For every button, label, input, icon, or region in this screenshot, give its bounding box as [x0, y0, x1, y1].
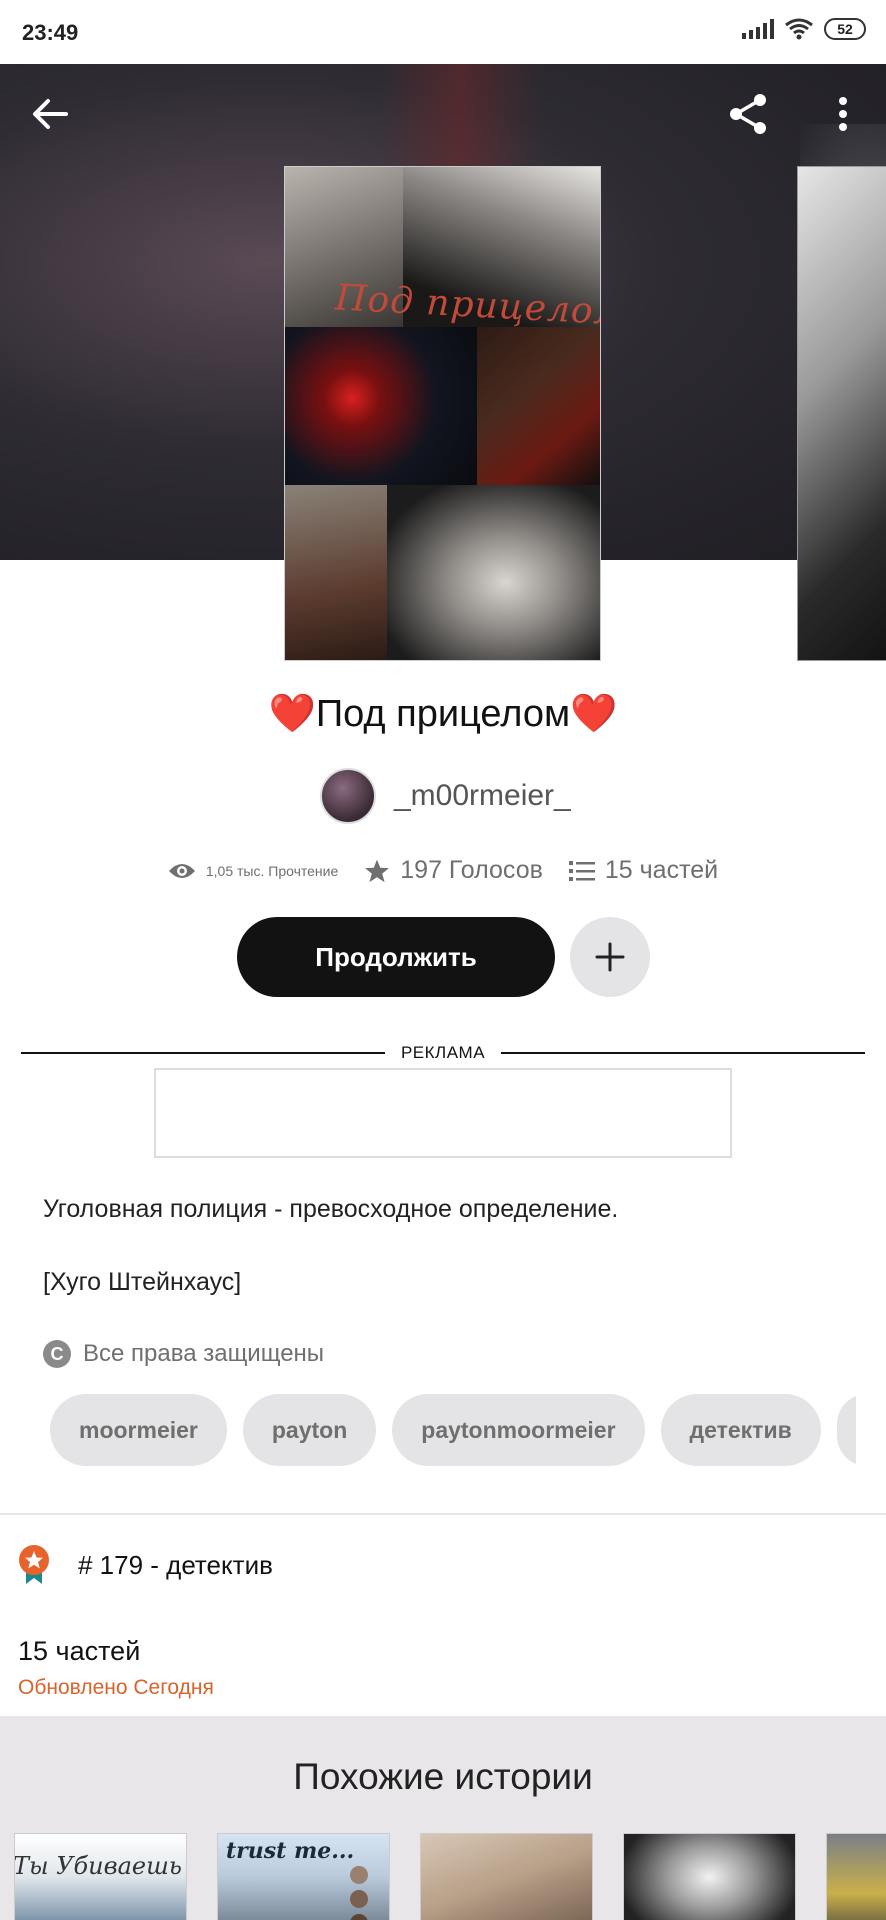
similar-stories-heading: Похожие истории: [293, 1756, 593, 1797]
eye-icon: [168, 863, 195, 878]
updated-label: Обновлено Сегодня: [18, 1676, 214, 1699]
status-time: 23:49: [22, 20, 79, 45]
similar-story-cover[interactable]: [420, 1833, 593, 1920]
battery-icon: 52: [824, 18, 866, 40]
table-of-contents-title[interactable]: 15 частей: [18, 1636, 140, 1667]
tag-chip[interactable]: paytonmoormeier: [392, 1394, 645, 1466]
description-line-2: [Хуго Штейнхаус]: [43, 1268, 242, 1296]
continue-reading-button[interactable]: Продолжить: [237, 917, 555, 997]
add-to-library-button[interactable]: [570, 917, 650, 997]
tag-chip-partial[interactable]: [836, 1394, 856, 1466]
wifi-icon: [785, 18, 813, 40]
back-arrow-icon[interactable]: [28, 92, 72, 136]
avatar[interactable]: [320, 768, 376, 824]
star-icon: [365, 859, 390, 882]
votes-stat: 197 Голосов: [364, 856, 543, 885]
similar-story-cover[interactable]: [826, 1833, 886, 1920]
copyright-row: C Все права защищены: [43, 1340, 324, 1368]
similar-story-cover[interactable]: [623, 1833, 796, 1920]
author-row[interactable]: _m00rmeier_: [320, 768, 571, 824]
similar-stories-section: Похожие истории Ты Убиваешь меня. trust …: [0, 1716, 886, 1920]
author-name[interactable]: _m00rmeier_: [394, 779, 571, 813]
similar-story-cover[interactable]: trust me...: [217, 1833, 390, 1920]
ranking-row[interactable]: # 179 - детектив: [18, 1544, 273, 1586]
status-bar: 23:49 52: [0, 0, 886, 64]
more-options-icon[interactable]: [826, 92, 860, 136]
similar-cover-title: trust me...: [226, 1838, 355, 1864]
status-icons: 52: [742, 18, 866, 40]
copyright-label: Все права защищены: [83, 1340, 325, 1367]
ad-label: РЕКЛАМА: [400, 1043, 486, 1062]
similar-story-cover[interactable]: Ты Убиваешь меня.: [14, 1833, 187, 1920]
story-title: ❤️Под прицелом❤️: [268, 693, 618, 735]
story-stats: 1,05 тыс. Прочтение 197 Голосов 15 часте…: [0, 856, 886, 885]
ranking-label: # 179 - детектив: [78, 1549, 273, 1580]
copyright-icon: C: [43, 1340, 71, 1368]
ranking-badge-icon: [19, 1545, 49, 1584]
tag-chip[interactable]: moormeier: [50, 1394, 227, 1466]
reads-count: 1,05 тыс. Прочтение: [205, 862, 339, 879]
parts-stat: 15 частей: [568, 856, 719, 885]
ad-divider: РЕКЛАМА: [21, 1040, 866, 1066]
signal-icon: [742, 19, 774, 39]
plus-icon: [595, 942, 625, 972]
description-line-1: Уголовная полиция - превосходное определ…: [43, 1195, 619, 1223]
list-icon: [568, 860, 595, 881]
tag-chip[interactable]: payton: [242, 1394, 377, 1466]
tag-chip[interactable]: детектив: [660, 1394, 821, 1466]
votes-count: 197 Голосов: [400, 856, 543, 884]
parts-count-stat: 15 частей: [604, 856, 719, 884]
next-story-cover[interactable]: [797, 166, 886, 661]
tag-list: moormeier payton paytonmoormeier детекти…: [50, 1394, 856, 1466]
reads-stat: 1,05 тыс. Прочтение: [168, 861, 338, 881]
share-icon[interactable]: [724, 90, 772, 138]
section-divider: [0, 1513, 886, 1515]
similar-cover-title: Ты Убиваешь меня.: [14, 1852, 186, 1880]
ad-banner[interactable]: [154, 1068, 732, 1158]
story-cover[interactable]: Под прицелом: [284, 166, 601, 661]
